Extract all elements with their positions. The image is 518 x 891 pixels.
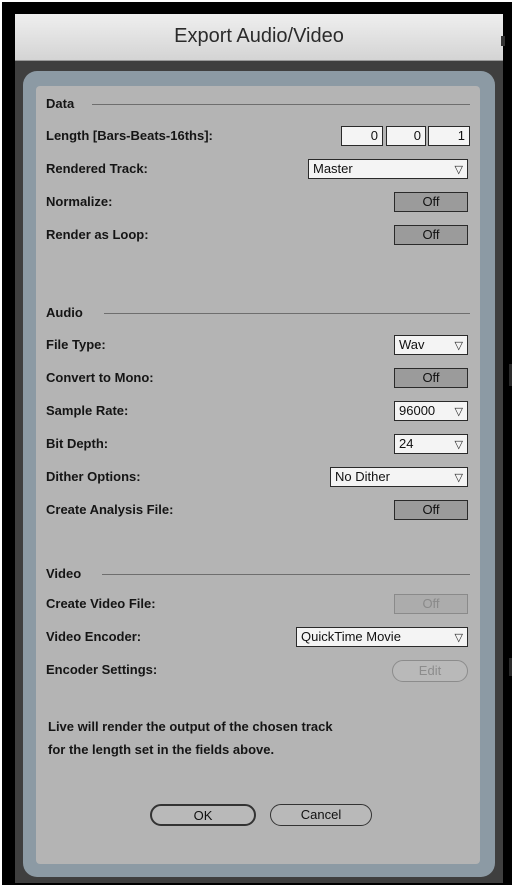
section-divider [92, 104, 470, 105]
create-video-file-label: Create Video File: [46, 596, 156, 611]
chevron-down-icon: ▽ [454, 340, 463, 352]
sample-rate-label: Sample Rate: [46, 403, 129, 418]
section-divider [104, 313, 470, 314]
chevron-down-icon: ▽ [454, 632, 463, 644]
create-video-file-row: Create Video File: Off [46, 592, 470, 618]
length-beats-field[interactable]: 0 [386, 126, 426, 146]
section-video-label: Video [46, 566, 82, 581]
file-type-dropdown[interactable]: Wav ▽ [394, 335, 468, 355]
title-bar-edge [501, 36, 505, 46]
rendered-track-label: Rendered Track: [46, 161, 148, 176]
section-data-header: Data [46, 96, 470, 112]
length-bars-field[interactable]: 0 [341, 126, 383, 146]
video-encoder-dropdown[interactable]: QuickTime Movie ▽ [296, 627, 468, 647]
convert-to-mono-row: Convert to Mono: Off [46, 366, 470, 392]
edge-mark [509, 658, 512, 676]
ok-button[interactable]: OK [150, 804, 256, 826]
rendered-track-value: Master [313, 161, 353, 176]
info-text: Live will render the output of the chose… [48, 715, 468, 761]
encoder-edit-button[interactable]: Edit [392, 660, 468, 682]
render-as-loop-toggle[interactable]: Off [394, 225, 468, 245]
convert-to-mono-toggle[interactable]: Off [394, 368, 468, 388]
sample-rate-row: Sample Rate: 96000 ▽ [46, 399, 470, 425]
chevron-down-icon: ▽ [454, 164, 463, 176]
title-bar[interactable]: Export Audio/Video [15, 14, 505, 61]
sample-rate-value: 96000 [399, 403, 436, 418]
chevron-down-icon: ▽ [454, 472, 463, 484]
dither-options-row: Dither Options: No Dither ▽ [46, 465, 470, 491]
export-dialog: Export Audio/Video Data Length [Bars-Bea… [15, 14, 505, 883]
length-row: Length [Bars-Beats-16ths]: 0 0 1 [46, 124, 470, 150]
rendered-track-row: Rendered Track: Master ▽ [46, 157, 470, 183]
video-encoder-value: QuickTime Movie [301, 629, 401, 644]
video-encoder-row: Video Encoder: QuickTime Movie ▽ [46, 625, 470, 651]
dither-options-label: Dither Options: [46, 469, 141, 484]
length-label: Length [Bars-Beats-16ths]: [46, 128, 213, 143]
bit-depth-label: Bit Depth: [46, 436, 109, 451]
cancel-button[interactable]: Cancel [270, 804, 372, 826]
chevron-down-icon: ▽ [454, 406, 463, 418]
create-analysis-file-row: Create Analysis File: Off [46, 498, 470, 524]
window-title: Export Audio/Video [174, 25, 344, 47]
create-analysis-file-label: Create Analysis File: [46, 502, 174, 517]
file-type-label: File Type: [46, 337, 106, 352]
bit-depth-value: 24 [399, 436, 414, 451]
section-divider [102, 574, 470, 575]
render-as-loop-row: Render as Loop: Off [46, 223, 470, 249]
create-analysis-file-toggle[interactable]: Off [394, 500, 468, 520]
encoder-settings-row: Encoder Settings: Edit [46, 658, 470, 684]
dither-options-value: No Dither [335, 469, 390, 484]
create-video-file-toggle[interactable]: Off [394, 594, 468, 614]
section-audio-header: Audio [46, 305, 470, 321]
dither-options-dropdown[interactable]: No Dither ▽ [330, 467, 468, 487]
render-as-loop-label: Render as Loop: [46, 227, 149, 242]
video-encoder-label: Video Encoder: [46, 629, 142, 644]
rendered-track-dropdown[interactable]: Master ▽ [308, 159, 468, 179]
section-data-label: Data [46, 96, 75, 111]
bit-depth-row: Bit Depth: 24 ▽ [46, 432, 470, 458]
dialog-body: Data Length [Bars-Beats-16ths]: 0 0 1 Re… [23, 71, 495, 877]
edge-mark [509, 364, 512, 386]
screenshot-frame: Export Audio/Video Data Length [Bars-Bea… [2, 2, 512, 885]
normalize-toggle[interactable]: Off [394, 192, 468, 212]
convert-to-mono-label: Convert to Mono: [46, 370, 154, 385]
chevron-down-icon: ▽ [454, 439, 463, 451]
settings-panel: Data Length [Bars-Beats-16ths]: 0 0 1 Re… [36, 86, 480, 864]
file-type-value: Wav [399, 337, 425, 352]
encoder-settings-label: Encoder Settings: [46, 662, 158, 677]
sample-rate-dropdown[interactable]: 96000 ▽ [394, 401, 468, 421]
bit-depth-dropdown[interactable]: 24 ▽ [394, 434, 468, 454]
length-sixteenths-field[interactable]: 1 [428, 126, 470, 146]
info-line-2: for the length set in the fields above. [48, 742, 275, 757]
info-line-1: Live will render the output of the chose… [48, 719, 333, 734]
section-audio-label: Audio [46, 305, 83, 320]
normalize-row: Normalize: Off [46, 190, 470, 216]
file-type-row: File Type: Wav ▽ [46, 333, 470, 359]
normalize-label: Normalize: [46, 194, 113, 209]
section-video-header: Video [46, 566, 470, 582]
